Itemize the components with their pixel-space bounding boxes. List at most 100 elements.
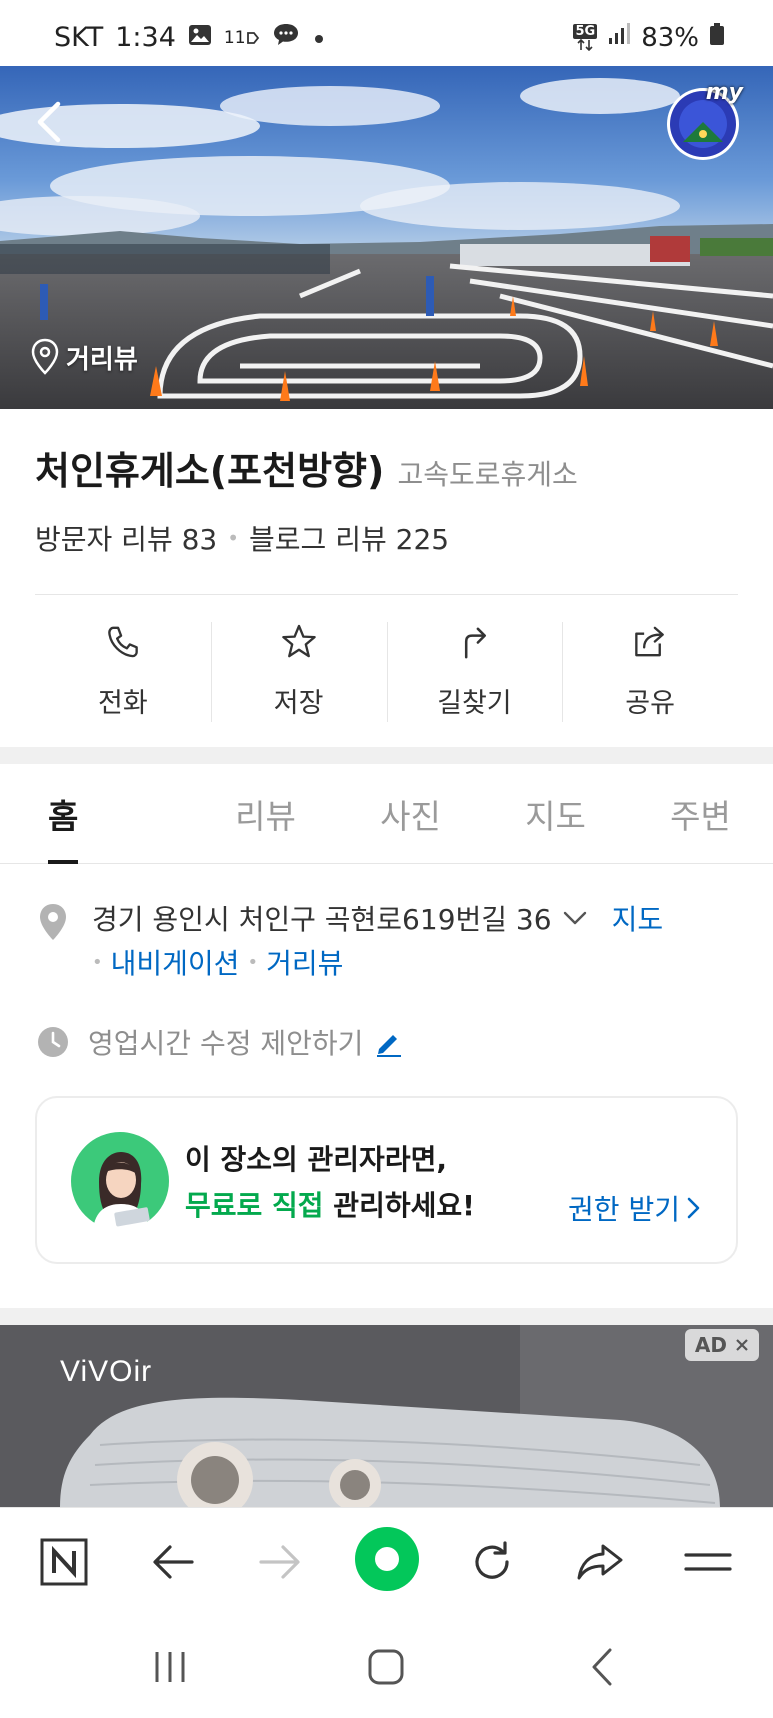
carrier-label: SKT: [54, 22, 104, 53]
chevron-down-icon[interactable]: [562, 908, 588, 928]
pencil-icon: [377, 1035, 402, 1057]
share-label: 공유: [625, 688, 675, 719]
hours-suggest-edit-label: 영업시간 수정 제안하기: [88, 1027, 364, 1060]
status-bar: SKT 1:34 11 5G 83%: [0, 0, 773, 66]
address-links: • 내비게이션 • 거리뷰: [92, 942, 343, 982]
owner-subline: 무료로 직접 관리하세요!: [185, 1184, 475, 1224]
star-icon: [281, 624, 316, 658]
manager-illustration-icon: [71, 1132, 169, 1230]
green-dot-icon: [355, 1527, 419, 1591]
arrow-left-icon: [153, 1545, 194, 1579]
close-icon[interactable]: [735, 1338, 749, 1352]
naver-home-button[interactable]: [36, 1534, 92, 1590]
directions-label: 길찾기: [437, 688, 512, 719]
tab-bar: 홈 리뷰 사진 지도 주변: [0, 764, 773, 864]
share-button[interactable]: 공유: [562, 620, 738, 722]
directions-icon: [465, 627, 487, 659]
status-left: SKT 1:34 11: [54, 22, 326, 53]
call-label: 전화: [98, 688, 148, 719]
place-title-block: 처인휴게소(포천방향) 고속도로휴게소: [35, 440, 740, 495]
separator-dot: •: [92, 951, 103, 973]
my-badge-label: my: [705, 80, 743, 105]
browser-menu-button[interactable]: [680, 1534, 736, 1590]
chevron-left-icon: [592, 1648, 612, 1686]
share-icon: [635, 626, 664, 657]
browser-share-button[interactable]: [572, 1534, 628, 1590]
recent-apps-icon: [155, 1652, 185, 1682]
call-button[interactable]: 전화: [35, 620, 211, 720]
owner-subline-rest: 관리하세요!: [323, 1189, 475, 1222]
tab-home[interactable]: 홈: [0, 764, 193, 864]
advertisement-banner[interactable]: ViVOir AD: [0, 1325, 773, 1507]
pillow-ad-image: [0, 1325, 773, 1507]
message-notification-icon: [272, 22, 300, 53]
section-separator: [0, 1308, 773, 1325]
gallery-notification-icon: [188, 22, 212, 53]
visitor-review-link[interactable]: 방문자 리뷰 83: [35, 518, 217, 558]
chevron-left-icon: [37, 101, 61, 143]
naver-green-dot-button[interactable]: [354, 1526, 420, 1592]
streetview-button[interactable]: 거리뷰: [30, 338, 138, 376]
divider: [35, 594, 738, 595]
arrow-right-icon: [259, 1545, 300, 1579]
section-separator: [0, 747, 773, 764]
browser-toolbar: [0, 1507, 773, 1612]
5g-network-icon: 5G: [573, 24, 598, 51]
location-pin-icon: [40, 904, 66, 940]
system-back-button[interactable]: [578, 1642, 628, 1692]
battery-percent: 83%: [641, 22, 699, 53]
share-arrow-icon: [577, 1544, 623, 1580]
signal-strength-icon: [607, 22, 631, 53]
back-button[interactable]: [28, 92, 72, 152]
place-name: 처인휴게소(포천방향): [35, 449, 385, 493]
save-button[interactable]: 저장: [210, 620, 387, 722]
location-pin-icon: [31, 338, 59, 375]
owner-claim-card[interactable]: 이 장소의 관리자라면, 무료로 직접 관리하세요! 권한 받기: [35, 1096, 738, 1264]
status-right: 5G 83%: [573, 22, 725, 53]
blog-review-link[interactable]: 블로그 리뷰 225: [249, 518, 449, 558]
home-icon: [368, 1649, 404, 1685]
battery-icon: [709, 22, 725, 53]
menu-icon: [684, 1553, 732, 1571]
claim-permission-label: 권한 받기: [568, 1193, 680, 1226]
streetview-label: 거리뷰: [66, 344, 138, 375]
owner-highlight: 무료로 직접: [185, 1189, 324, 1222]
place-hero-photo[interactable]: my 거리뷰: [0, 66, 773, 409]
owner-headline: 이 장소의 관리자라면,: [185, 1143, 447, 1176]
recent-apps-button[interactable]: [145, 1642, 195, 1692]
separator-dot: •: [247, 951, 259, 973]
place-category: 고속도로휴게소: [397, 458, 578, 491]
map-link[interactable]: 지도: [612, 898, 664, 938]
business-hours-row[interactable]: 영업시간 수정 제안하기: [36, 1022, 403, 1062]
clock-label: 1:34: [115, 22, 176, 53]
address-text-line: 경기 용인시 처인구 곡현로619번길 36 지도: [92, 898, 663, 938]
directions-button[interactable]: 길찾기: [386, 620, 563, 722]
ad-label: AD: [694, 1333, 727, 1357]
browser-forward-button[interactable]: [252, 1534, 308, 1590]
ad-brand-logo: ViVOir: [60, 1355, 153, 1388]
more-notifications-dot-icon: [312, 22, 326, 53]
refresh-icon: [475, 1541, 509, 1579]
tab-map[interactable]: 지도: [483, 764, 628, 863]
separator-dot: •: [227, 526, 240, 550]
browser-back-button[interactable]: [145, 1534, 201, 1590]
review-counts: 방문자 리뷰 83 • 블로그 리뷰 225: [35, 518, 449, 558]
home-button[interactable]: [361, 1642, 411, 1692]
address-text: 경기 용인시 처인구 곡현로619번길 36: [92, 903, 552, 936]
ad-badge[interactable]: AD: [684, 1329, 759, 1361]
tab-photos[interactable]: 사진: [338, 764, 483, 863]
save-label: 저장: [273, 688, 324, 719]
chevron-right-icon: [687, 1197, 700, 1219]
phone-icon: [108, 626, 138, 658]
streetview-link[interactable]: 거리뷰: [266, 942, 343, 982]
tab-reviews[interactable]: 리뷰: [193, 764, 338, 863]
clock-icon: [38, 1027, 68, 1057]
action-row: 전화 저장 길찾기 공유: [35, 620, 738, 722]
my-profile-button[interactable]: my: [663, 80, 743, 162]
reload-button[interactable]: [464, 1534, 520, 1590]
claim-permission-button[interactable]: 권한 받기: [568, 1188, 702, 1228]
system-navigation-bar: [0, 1612, 773, 1718]
navigation-link[interactable]: 내비게이션: [111, 942, 240, 982]
tab-nearby[interactable]: 주변: [628, 764, 773, 863]
eleven-street-notification-icon: 11: [224, 28, 260, 48]
